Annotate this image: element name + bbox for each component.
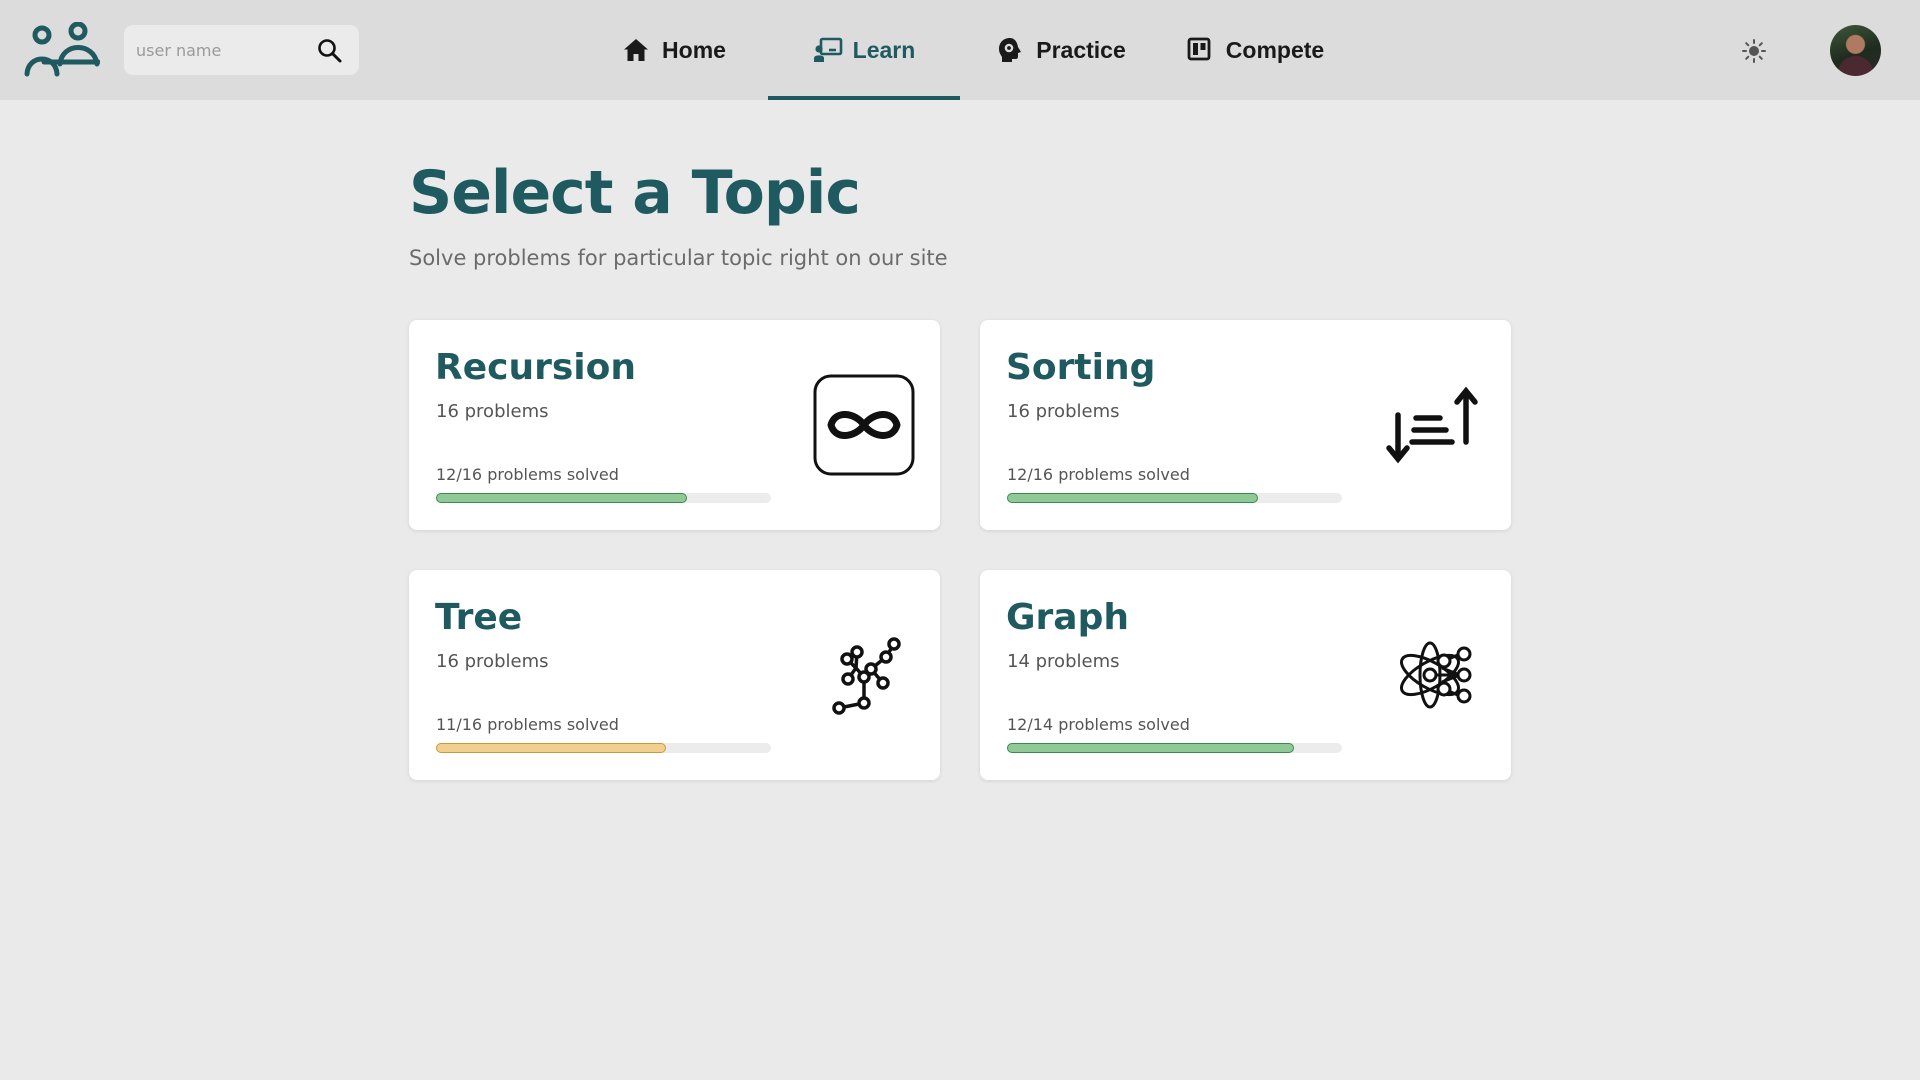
topic-progress-bar bbox=[436, 743, 771, 753]
topic-progress-fill bbox=[1007, 743, 1295, 753]
topic-progress-label: 12/16 problems solved bbox=[436, 465, 619, 484]
topic-progress-bar bbox=[1007, 493, 1342, 503]
search-box bbox=[124, 25, 359, 75]
nav-learn[interactable]: Learn bbox=[768, 0, 960, 100]
nav-home-label: Home bbox=[662, 36, 726, 63]
topic-title: Tree bbox=[435, 597, 523, 638]
atom-network-icon bbox=[1380, 620, 1490, 730]
home-icon bbox=[622, 36, 650, 64]
search-input[interactable] bbox=[136, 25, 316, 75]
topic-problem-count: 16 problems bbox=[436, 651, 549, 672]
topic-progress-bar bbox=[1007, 743, 1342, 753]
sun-icon[interactable] bbox=[1741, 38, 1767, 64]
topic-progress-label: 12/16 problems solved bbox=[1007, 465, 1190, 484]
nav-practice-label: Practice bbox=[1036, 36, 1126, 63]
topic-card-sorting[interactable]: Sorting 16 problems 12/16 problems solve… bbox=[980, 320, 1511, 530]
topic-problem-count: 16 problems bbox=[1007, 401, 1120, 422]
topic-progress-fill bbox=[436, 743, 667, 753]
infinity-icon bbox=[809, 370, 919, 480]
nav-compete-label: Compete bbox=[1225, 36, 1325, 63]
sort-arrows-icon bbox=[1380, 370, 1490, 480]
logo-icon[interactable] bbox=[24, 21, 101, 78]
topic-progress-bar bbox=[436, 493, 771, 503]
tree-nodes-icon bbox=[809, 620, 919, 730]
topic-progress-label: 11/16 problems solved bbox=[436, 715, 619, 734]
topic-title: Graph bbox=[1006, 597, 1129, 638]
nav-home[interactable]: Home bbox=[606, 0, 742, 100]
page-title: Select a Topic bbox=[409, 158, 861, 228]
nav-compete[interactable]: Compete bbox=[1170, 0, 1340, 100]
topic-card-graph[interactable]: Graph 14 problems 12/14 problems solved bbox=[980, 570, 1511, 780]
topic-progress-fill bbox=[436, 493, 688, 503]
topic-progress-label: 12/14 problems solved bbox=[1007, 715, 1190, 734]
page-subtitle: Solve problems for particular topic righ… bbox=[409, 246, 948, 270]
avatar[interactable] bbox=[1830, 25, 1881, 76]
topic-card-recursion[interactable]: Recursion 16 problems 12/16 problems sol… bbox=[409, 320, 940, 530]
search-icon[interactable] bbox=[316, 37, 346, 65]
topic-progress-fill bbox=[1007, 493, 1259, 503]
navbar: Home Learn Practice bbox=[0, 0, 1920, 100]
topic-title: Sorting bbox=[1006, 347, 1156, 388]
topic-title: Recursion bbox=[435, 347, 636, 388]
teacher-board-icon bbox=[813, 36, 842, 64]
topic-card-tree[interactable]: Tree 16 problems 11/16 problems solved bbox=[409, 570, 940, 780]
topic-problem-count: 16 problems bbox=[436, 401, 549, 422]
nav-practice[interactable]: Practice bbox=[986, 0, 1136, 100]
head-gear-icon bbox=[996, 36, 1024, 64]
board-icon bbox=[1186, 36, 1214, 64]
topic-problem-count: 14 problems bbox=[1007, 651, 1120, 672]
nav-learn-label: Learn bbox=[852, 36, 916, 63]
